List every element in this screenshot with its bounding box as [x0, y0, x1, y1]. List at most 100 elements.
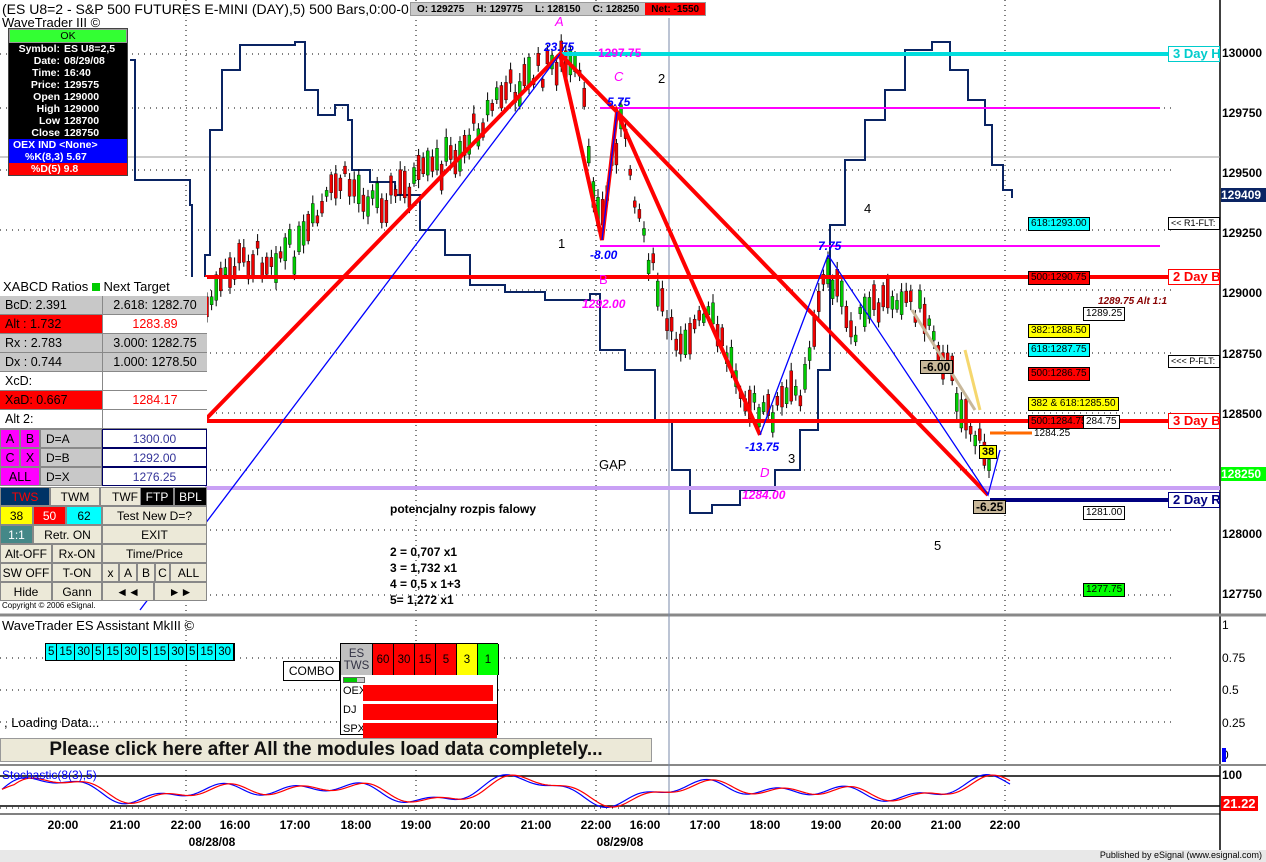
- alt-button[interactable]: Alt-OFF: [0, 544, 52, 563]
- time-tick: 21:00: [520, 818, 552, 832]
- candle-body: [357, 174, 361, 204]
- tws-button[interactable]: TWS: [0, 487, 50, 506]
- a-button[interactable]: A: [119, 563, 137, 582]
- time-tick: 22:00: [989, 818, 1021, 832]
- timeframe-cell[interactable]: 5: [140, 644, 152, 660]
- candle-body: [407, 186, 412, 208]
- candle-body: [886, 277, 890, 309]
- x-button[interactable]: x: [102, 563, 119, 582]
- timeframe-cell[interactable]: 15: [104, 644, 123, 660]
- point-select-a[interactable]: A: [0, 429, 20, 448]
- annotation-a_val: 23.75: [544, 40, 575, 54]
- candle-body: [554, 62, 559, 86]
- target-label[interactable]: D=X: [40, 467, 102, 486]
- candle-body: [794, 386, 798, 396]
- next-button[interactable]: ►►: [154, 582, 207, 601]
- ftp-button[interactable]: FTP: [140, 487, 174, 506]
- annotation-D: D: [760, 465, 770, 480]
- price-tick: 129500: [1222, 166, 1263, 181]
- tws-label: TWS: [343, 659, 370, 672]
- candle-body: [338, 177, 343, 191]
- t-button[interactable]: T-ON: [52, 563, 102, 582]
- candle-body: [504, 82, 508, 101]
- timeframe-cell[interactable]: 30: [75, 644, 93, 660]
- candle-body: [485, 100, 490, 116]
- timeframe-cell[interactable]: 30: [216, 644, 234, 660]
- candle-body: [320, 201, 324, 214]
- prev-button[interactable]: ◄◄: [102, 582, 154, 601]
- hide-button[interactable]: Hide: [0, 582, 52, 601]
- fib-level-label: 500:1290.75: [1028, 271, 1090, 285]
- r11-button[interactable]: 1:1: [0, 525, 33, 544]
- target-value: 1292.00: [102, 448, 207, 467]
- fib-level-label: 1289.25: [1083, 307, 1126, 321]
- alt-target-label: 1289.75 Alt 1:1: [1098, 296, 1168, 307]
- tp-button[interactable]: Time/Price: [102, 544, 207, 563]
- test-button[interactable]: Test New D=?: [102, 506, 207, 525]
- time-tick: 20:00: [47, 818, 79, 832]
- tws-cell: 60: [373, 644, 394, 675]
- candle-body: [370, 190, 375, 199]
- info-label: Symbol:: [18, 43, 60, 55]
- timeframe-cell[interactable]: 5: [187, 644, 199, 660]
- gann-button[interactable]: Gann: [52, 582, 102, 601]
- b38-button[interactable]: 38: [0, 506, 33, 525]
- target-label[interactable]: D=A: [40, 429, 102, 448]
- candle-body: [223, 267, 228, 275]
- candle-body: [614, 143, 619, 166]
- candle-body: [817, 290, 821, 312]
- sw-button[interactable]: SW OFF: [0, 563, 52, 582]
- pivot-label-r3b: 3 Day B: [1168, 413, 1220, 429]
- candle-body: [899, 291, 904, 315]
- annotation-b_price: 1292.00: [582, 297, 626, 311]
- ratio-row: Alt : 1.732 1283.89: [0, 315, 207, 334]
- candle-body: [830, 279, 835, 299]
- load-complete-button[interactable]: Please click here after All the modules …: [0, 738, 652, 762]
- exit-button[interactable]: EXIT: [102, 525, 207, 544]
- timeframe-cell[interactable]: 30: [122, 644, 140, 660]
- info-row: Price: 129575: [9, 79, 127, 91]
- tws-cell: 3: [457, 644, 478, 675]
- timeframe-cell[interactable]: 15: [57, 644, 76, 660]
- cursor-info-panel: OK Symbol: ES U8=2,5 Date: 08/29/08 Time: 16:…: [8, 28, 128, 176]
- twm-button[interactable]: TWM: [50, 487, 100, 506]
- price-tick: 130000: [1222, 46, 1263, 60]
- timeframe-cell[interactable]: 5: [46, 644, 58, 660]
- info-label: High: [36, 103, 60, 115]
- point-select-x[interactable]: X: [20, 448, 40, 467]
- stochastic-title: Stochastic(8(3),5): [2, 768, 97, 782]
- b62-button[interactable]: 62: [66, 506, 102, 525]
- candle-body: [384, 200, 389, 223]
- target-label[interactable]: D=B: [40, 448, 102, 467]
- timeframe-cell[interactable]: 30: [169, 644, 187, 660]
- point-select-c[interactable]: C: [0, 448, 20, 467]
- time-tick: 21:00: [930, 818, 962, 832]
- c-button[interactable]: C: [155, 563, 170, 582]
- info-value: 129000: [64, 103, 100, 115]
- b-button[interactable]: B: [137, 563, 155, 582]
- timeframe-cell[interactable]: 15: [151, 644, 170, 660]
- b50-button[interactable]: 50: [33, 506, 66, 525]
- candle-body: [853, 334, 858, 343]
- timeframe-cell[interactable]: 15: [198, 644, 217, 660]
- combo-button[interactable]: COMBO: [283, 661, 340, 681]
- annotation-e_val: 7.75: [818, 239, 842, 253]
- time-tick: 18:00: [749, 818, 781, 832]
- all-button[interactable]: ALL: [170, 563, 207, 582]
- fib-level-label: 618:1287.75: [1028, 343, 1090, 357]
- candle-body: [541, 79, 545, 88]
- candle-body: [798, 395, 803, 407]
- retr-button[interactable]: Retr. ON: [33, 525, 102, 544]
- time-tick: 16:00: [219, 818, 251, 832]
- rx-button[interactable]: Rx-ON: [52, 544, 102, 563]
- point-select-all[interactable]: ALL: [0, 467, 40, 486]
- bpl-button[interactable]: BPL: [174, 487, 207, 506]
- time-tick: 21:00: [109, 818, 141, 832]
- timeframe-cell[interactable]: 5: [93, 644, 105, 660]
- candle-body: [932, 331, 936, 341]
- ok-button[interactable]: OK: [9, 29, 127, 43]
- point-select-b[interactable]: B: [20, 429, 40, 448]
- assistant-axis-tick: 1: [1222, 618, 1229, 632]
- candle-body: [812, 317, 816, 347]
- annotation-a_price: 1297.75: [598, 46, 642, 60]
